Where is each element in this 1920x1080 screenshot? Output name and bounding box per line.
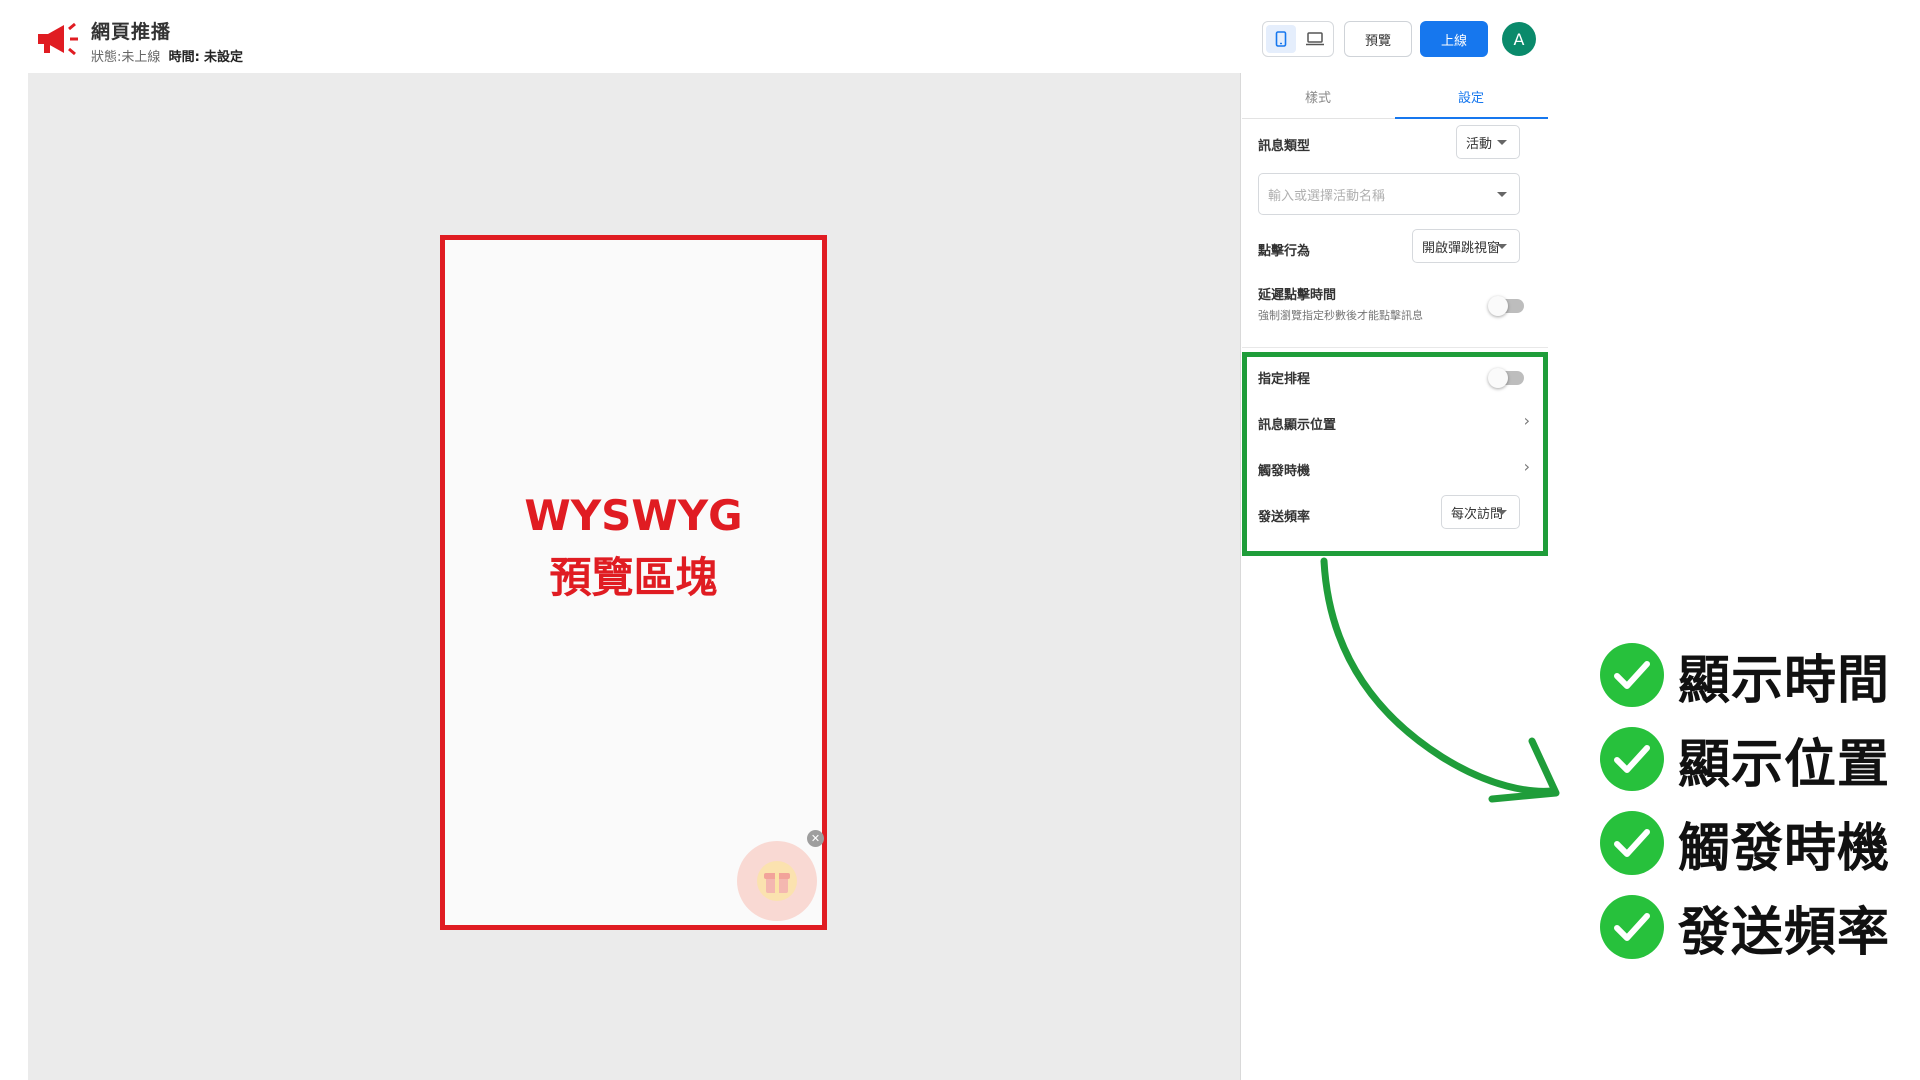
header-actions: 預覽 上線 A bbox=[1248, 20, 1548, 58]
push-notification-badge[interactable] bbox=[737, 841, 817, 921]
message-type-value: 活動 bbox=[1466, 136, 1493, 152]
chevron-down-icon bbox=[1497, 140, 1507, 145]
overlay-line-1: WYSWYG bbox=[524, 491, 743, 540]
preview-button[interactable]: 預覽 bbox=[1344, 21, 1412, 57]
preview-canvas: WYSWYG 預覽區塊 ✕ bbox=[28, 73, 1241, 1080]
delay-click-description: 強制瀏覽指定秒數後才能點擊訊息 bbox=[1258, 309, 1423, 322]
status-line: 狀態:未上線 時間: 未設定 bbox=[91, 46, 243, 65]
list-item: 顯示位置 bbox=[1600, 717, 1910, 801]
gift-icon bbox=[757, 861, 797, 901]
megaphone-icon bbox=[38, 22, 78, 56]
feature-label: 觸發時機 bbox=[1678, 818, 1891, 879]
close-icon[interactable]: ✕ bbox=[807, 830, 824, 847]
click-action-select[interactable]: 開啟彈跳視窗 bbox=[1412, 229, 1520, 263]
desktop-view-button[interactable] bbox=[1300, 25, 1330, 53]
device-toggle-group bbox=[1262, 21, 1334, 57]
laptop-icon bbox=[1306, 32, 1324, 46]
toggle-knob bbox=[1488, 296, 1508, 316]
time-value: 未設定 bbox=[204, 50, 244, 65]
mobile-icon bbox=[1275, 31, 1287, 47]
avatar[interactable]: A bbox=[1502, 22, 1536, 56]
publish-button[interactable]: 上線 bbox=[1420, 21, 1488, 57]
curved-arrow-icon bbox=[1320, 557, 1560, 803]
wysiwyg-preview-frame: WYSWYG 預覽區塊 ✕ bbox=[440, 235, 827, 930]
message-type-select[interactable]: 活動 bbox=[1456, 125, 1520, 159]
campaign-name-input[interactable]: 輸入或選擇活動名稱 bbox=[1258, 173, 1520, 215]
feature-label: 顯示時間 bbox=[1678, 650, 1891, 711]
feature-checklist: 顯示時間 顯示位置 觸發時機 發送頻率 bbox=[1600, 633, 1910, 969]
page-title: 網頁推播 bbox=[91, 21, 172, 43]
tab-settings[interactable]: 設定 bbox=[1458, 87, 1484, 106]
delay-click-label: 延遲點擊時間 bbox=[1258, 288, 1337, 303]
list-item: 觸發時機 bbox=[1600, 801, 1910, 885]
overlay-line-2: 預覽區塊 bbox=[549, 553, 718, 602]
list-item: 顯示時間 bbox=[1600, 633, 1910, 717]
highlight-box bbox=[1242, 352, 1548, 556]
click-action-label: 點擊行為 bbox=[1258, 244, 1311, 259]
time-label: 時間: bbox=[168, 50, 200, 65]
status-value: 未上線 bbox=[121, 50, 161, 65]
campaign-name-placeholder: 輸入或選擇活動名稱 bbox=[1268, 188, 1386, 204]
chevron-down-icon bbox=[1497, 244, 1507, 249]
list-item: 發送頻率 bbox=[1600, 885, 1910, 969]
message-type-label: 訊息類型 bbox=[1258, 139, 1311, 154]
chevron-down-icon bbox=[1497, 192, 1507, 197]
check-icon bbox=[1600, 727, 1664, 791]
tab-style[interactable]: 樣式 bbox=[1305, 87, 1331, 106]
feature-label: 顯示位置 bbox=[1678, 734, 1891, 795]
check-icon bbox=[1600, 811, 1664, 875]
click-action-value: 開啟彈跳視窗 bbox=[1422, 240, 1501, 256]
panel-tabs: 樣式 設定 bbox=[1242, 73, 1548, 119]
mobile-view-button[interactable] bbox=[1266, 25, 1296, 53]
app-header: 網頁推播 狀態:未上線 時間: 未設定 預覽 上線 A bbox=[0, 0, 1548, 73]
delay-click-toggle[interactable] bbox=[1488, 296, 1524, 316]
section-divider bbox=[1242, 347, 1548, 348]
check-icon bbox=[1600, 643, 1664, 707]
active-tab-indicator bbox=[1395, 117, 1548, 119]
status-label: 狀態: bbox=[91, 50, 122, 65]
feature-label: 發送頻率 bbox=[1678, 902, 1891, 963]
check-icon bbox=[1600, 895, 1664, 959]
preview-overlay-text: WYSWYG 預覽區塊 bbox=[445, 485, 822, 609]
